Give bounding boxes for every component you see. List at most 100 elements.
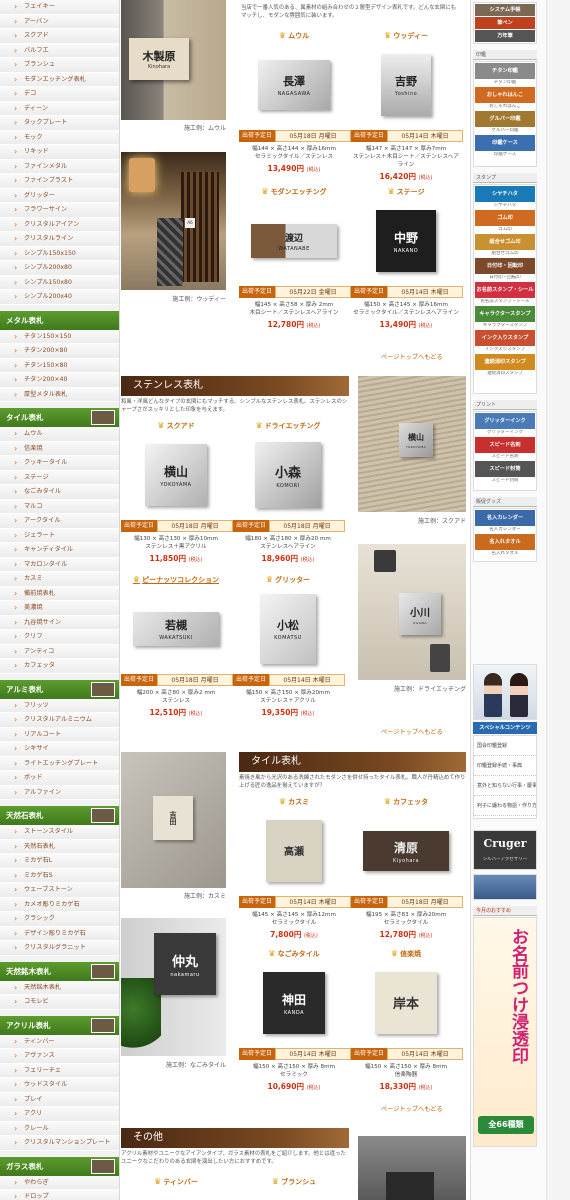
stationery-banner[interactable]: システム手帳 bbox=[475, 4, 535, 16]
sidebar-banner-print[interactable]: スピード名刺 bbox=[475, 437, 535, 453]
nav-item[interactable]: ファインブラスト bbox=[0, 174, 119, 189]
nav-item[interactable]: カフェッタ bbox=[0, 659, 119, 674]
nav-item[interactable]: コモレビ bbox=[0, 995, 119, 1010]
nav-item[interactable]: クリフ bbox=[0, 630, 119, 645]
page-top-link-2[interactable]: ページトップへもどる bbox=[381, 727, 443, 736]
sidebar-banner-stamp[interactable]: ゴム印 bbox=[475, 210, 535, 226]
sidebar-banner-stamp[interactable]: シヤチハタ bbox=[475, 186, 535, 202]
nav-group-heading[interactable]: ガラス表札 bbox=[0, 1156, 119, 1176]
nav-item[interactable]: バルフエ bbox=[0, 43, 119, 58]
special-link[interactable]: 判子に纏わる物語・作り方 bbox=[474, 796, 536, 816]
nav-item[interactable]: グリッター bbox=[0, 188, 119, 203]
special-link[interactable]: 国会印鑑登録 bbox=[474, 736, 536, 756]
nav-item[interactable]: 厚型メタル表札 bbox=[0, 387, 119, 402]
product-name-link[interactable]: ♛ カスミ bbox=[239, 796, 349, 808]
recommend-banner[interactable]: お名前つけ浸透印 全66種類 bbox=[473, 917, 537, 1147]
product-image[interactable]: 高瀬 bbox=[249, 812, 339, 890]
nav-item[interactable]: 天然石表札 bbox=[0, 839, 119, 854]
nav-item[interactable]: フラワーサイン bbox=[0, 203, 119, 218]
product-image[interactable]: 若槻 WAKATSUKI bbox=[131, 590, 221, 668]
sidebar-banner-print[interactable]: グリッターインク bbox=[475, 413, 535, 429]
nav-item[interactable]: ムウル bbox=[0, 427, 119, 442]
nav-item[interactable]: ドロップ bbox=[0, 1190, 119, 1200]
product-image[interactable]: 清原 Kiyohara bbox=[361, 812, 451, 890]
nav-item[interactable]: モック bbox=[0, 130, 119, 145]
nav-item[interactable]: ミカゲ石S bbox=[0, 868, 119, 883]
product-name-link[interactable]: ♛ ピーナッツコレクション bbox=[121, 574, 231, 586]
nav-item[interactable]: ストーンスタイル bbox=[0, 825, 119, 840]
nav-item[interactable]: クレール bbox=[0, 1121, 119, 1136]
nav-group-heading[interactable]: メタル表札 bbox=[0, 310, 119, 330]
sidebar-banner-seal[interactable]: グルバー印鑑 bbox=[475, 111, 535, 127]
nav-item[interactable]: シンプル150x150 bbox=[0, 246, 119, 261]
product-name-link[interactable]: ♛ ドライエッチング bbox=[233, 420, 343, 432]
nav-item[interactable]: リアルコート bbox=[0, 727, 119, 742]
product-image[interactable]: 横山 YOKOYAMA bbox=[131, 436, 221, 514]
product-image[interactable]: 渡辺 WATANABE bbox=[249, 202, 339, 280]
nav-item[interactable]: デコ bbox=[0, 87, 119, 102]
nav-item[interactable]: ティンバー bbox=[0, 1034, 119, 1049]
nav-item[interactable]: ブランシュ bbox=[0, 58, 119, 73]
sidebar-banner-print[interactable]: スピード封筒 bbox=[475, 461, 535, 477]
sidebar-banner-seal[interactable]: 印鑑ケース bbox=[475, 135, 535, 151]
nav-item[interactable]: 備前焼表札 bbox=[0, 586, 119, 601]
nav-item[interactable]: アヴァンス bbox=[0, 1049, 119, 1064]
stationery-banner[interactable]: 筆ペン bbox=[475, 17, 535, 29]
product-name-link[interactable]: ♛ なごみタイル bbox=[239, 948, 349, 960]
product-image[interactable]: 岸本 bbox=[361, 964, 451, 1042]
nav-item[interactable]: チタン150×150 bbox=[0, 329, 119, 344]
nav-item[interactable]: シンプル200x80 bbox=[0, 261, 119, 276]
special-link[interactable]: 印鑑登録手続・事典 bbox=[474, 756, 536, 776]
nav-item[interactable]: ジェラート bbox=[0, 528, 119, 543]
sidebar-banner-stamp[interactable]: キャラクタースタンプ bbox=[475, 306, 535, 322]
sidebar-banner-stamp[interactable]: インク入りスタンプ bbox=[475, 330, 535, 346]
nav-item[interactable]: チタン200×80 bbox=[0, 344, 119, 359]
nav-item[interactable]: マカロンタイル bbox=[0, 557, 119, 572]
nav-item[interactable]: 九谷焼サイン bbox=[0, 615, 119, 630]
product-image[interactable]: 長澤 NAGASAWA bbox=[249, 46, 339, 124]
nav-item[interactable]: シンプル200x40 bbox=[0, 290, 119, 305]
nav-item[interactable]: ステージ bbox=[0, 470, 119, 485]
product-image[interactable]: 神田 KANDA bbox=[249, 964, 339, 1042]
nav-item[interactable]: 信楽焼 bbox=[0, 441, 119, 456]
sidebar-banner-stamp[interactable]: 連続消印スタンプ bbox=[475, 354, 535, 370]
sidebar-banner-seal[interactable]: おしゃれはんこ bbox=[475, 87, 535, 103]
nav-group-heading[interactable]: アクリル表札 bbox=[0, 1015, 119, 1035]
sidebar-banner-seal[interactable]: チタン印鑑 bbox=[475, 63, 535, 79]
nav-item[interactable]: 美濃焼 bbox=[0, 601, 119, 616]
nav-item[interactable]: タックプレート bbox=[0, 116, 119, 131]
nav-item[interactable]: アンティコ bbox=[0, 644, 119, 659]
nav-item[interactable]: ライトエッチングプレート bbox=[0, 756, 119, 771]
sidebar-banner-stamp[interactable]: 組合せゴム印 bbox=[475, 234, 535, 250]
product-name-link[interactable]: ♛ ステージ bbox=[351, 186, 461, 198]
nav-item[interactable]: リキッド bbox=[0, 145, 119, 160]
nav-item[interactable]: ファインメタル bbox=[0, 159, 119, 174]
nav-item[interactable]: アクリ bbox=[0, 1107, 119, 1122]
nav-item[interactable]: クリスタルライン bbox=[0, 232, 119, 247]
nav-group-heading[interactable]: タイル表札 bbox=[0, 408, 119, 427]
product-image[interactable]: 小森 KOMORI bbox=[243, 436, 333, 514]
product-name-link[interactable]: ♛ カフェッタ bbox=[351, 796, 461, 808]
nav-item[interactable]: ボッド bbox=[0, 771, 119, 786]
nav-item[interactable]: やわらぎ bbox=[0, 1175, 119, 1190]
nav-group-heading[interactable]: アルミ表札 bbox=[0, 679, 119, 699]
nav-item[interactable]: クッキータイル bbox=[0, 456, 119, 471]
product-name-link[interactable]: ♛ 信楽焼 bbox=[351, 948, 461, 960]
nav-item[interactable]: アークタイル bbox=[0, 514, 119, 529]
nav-item[interactable]: フリッツ bbox=[0, 698, 119, 713]
nav-item[interactable]: スクアド bbox=[0, 29, 119, 44]
nav-item[interactable]: クリスタルマンションプレート bbox=[0, 1136, 119, 1151]
product-name-link[interactable]: ♛ ウッディー bbox=[351, 30, 461, 42]
nav-item[interactable]: マルコ bbox=[0, 499, 119, 514]
product-name-link[interactable]: ♛ モダンエッチング bbox=[239, 186, 349, 198]
nav-item[interactable]: アルファイン bbox=[0, 785, 119, 800]
nav-item[interactable]: ウッドスタイル bbox=[0, 1078, 119, 1093]
sidebar-banner-stamp[interactable]: 日付印・回転印 bbox=[475, 258, 535, 274]
nav-group-heading[interactable]: 天然銘木表札 bbox=[0, 961, 119, 981]
product-name-blanche[interactable]: ♛ ブランシュ bbox=[239, 1176, 349, 1188]
nav-item[interactable]: シキサイ bbox=[0, 742, 119, 757]
stationery-banner[interactable]: 万年筆 bbox=[475, 30, 535, 42]
nav-item[interactable]: 天然銘木表札 bbox=[0, 980, 119, 995]
nav-item[interactable]: クリスタルグラニット bbox=[0, 941, 119, 956]
nav-item[interactable]: キャンディタイル bbox=[0, 543, 119, 558]
